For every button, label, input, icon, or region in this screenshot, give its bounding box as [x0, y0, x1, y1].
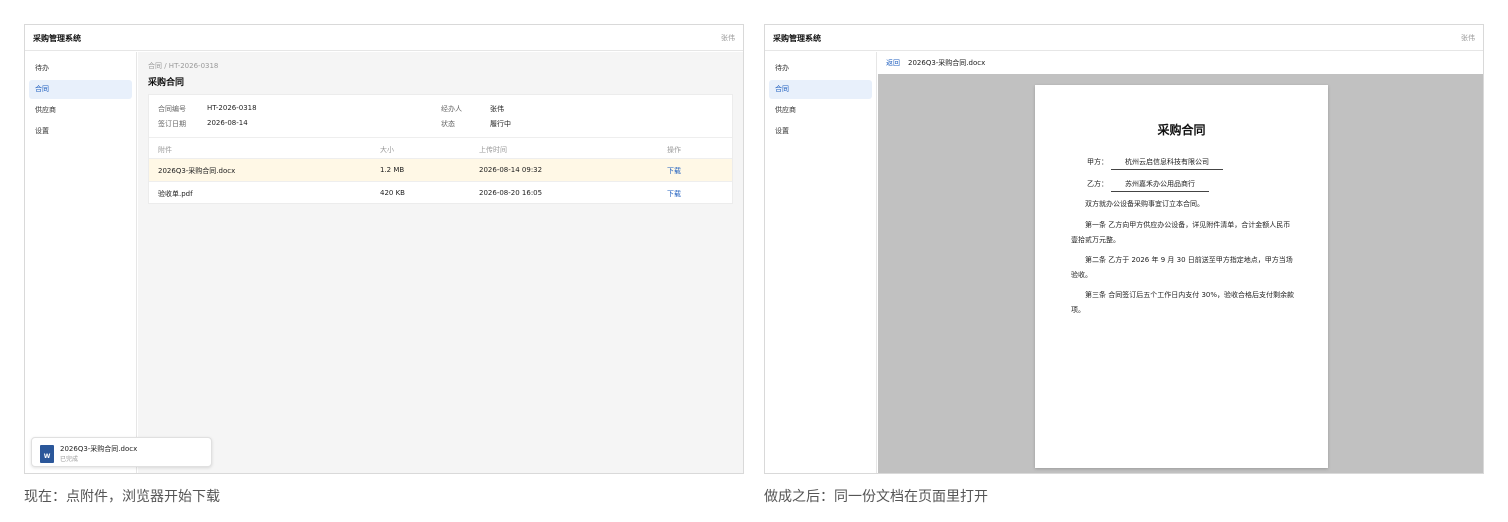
user-name[interactable]: 张伟	[721, 33, 735, 43]
back-link[interactable]: 返回	[886, 58, 900, 68]
caption-after: 做成之后：同一份文档在页面里打开	[764, 489, 988, 505]
sidebar: 待办 合同 供应商 设置	[25, 52, 137, 473]
word-file-icon: W	[40, 445, 54, 463]
app-title: 采购管理系统	[33, 34, 81, 43]
attachment-name-link[interactable]: 验收单.pdf	[158, 189, 193, 199]
sidebar: 待办 合同 供应商 设置	[765, 52, 877, 473]
download-link[interactable]: 下载	[667, 189, 681, 199]
top-bar: 采购管理系统 张伟	[25, 25, 743, 51]
sign-date-label: 签订日期	[158, 120, 186, 128]
document-paragraph: 第三条 合同签订后五个工作日内支付 30%，验收合格后支付剩余款项。	[1071, 291, 1295, 314]
sidebar-item-todo[interactable]: 待办	[29, 59, 132, 78]
app-title: 采购管理系统	[773, 34, 821, 43]
party-a-label: 甲方：	[1087, 158, 1108, 166]
viewer-toolbar: 返回 2026Q3-采购合同.docx	[878, 52, 1483, 74]
toast-status: 已完成	[60, 456, 79, 463]
sidebar-item-contracts[interactable]: 合同	[29, 80, 132, 99]
divider	[149, 137, 732, 138]
breadcrumb[interactable]: 合同 / HT-2026-0318	[148, 61, 218, 71]
column-header-action: 操作	[667, 146, 681, 154]
sign-date-value: 2026-08-14	[207, 119, 248, 127]
sidebar-item-contracts[interactable]: 合同	[769, 80, 872, 99]
user-name[interactable]: 张伟	[1461, 33, 1475, 43]
sidebar-item-suppliers[interactable]: 供应商	[29, 101, 132, 120]
status-label: 状态	[441, 120, 455, 128]
contract-card: 合同编号 HT-2026-0318 签订日期 2026-08-14 经办人 张伟…	[148, 94, 733, 204]
toast-file-name: 2026Q3-采购合同.docx	[60, 445, 138, 453]
document-paragraph: 第二条 乙方于 2026 年 9 月 30 日前送至甲方指定地点，甲方当场验收。	[1071, 256, 1293, 279]
status-value: 履行中	[490, 120, 511, 128]
download-toast[interactable]: W 2026Q3-采购合同.docx 已完成	[31, 437, 212, 467]
main-content: 合同 / HT-2026-0318 采购合同 合同编号 HT-2026-0318…	[138, 52, 743, 473]
contract-no-label: 合同编号	[158, 105, 186, 113]
table-row[interactable]: 2026Q3-采购合同.docx 1.2 MB 2026-08-14 09:32…	[149, 159, 732, 181]
top-bar: 采购管理系统 张伟	[765, 25, 1483, 51]
attachment-uploaded-time: 2026-08-14 09:32	[479, 166, 543, 174]
sidebar-item-settings[interactable]: 设置	[769, 122, 872, 141]
column-header-attachment: 附件	[158, 146, 172, 154]
document-paragraph: 第一条 乙方向甲方供应办公设备，详见附件清单，合计金额人民币壹拾贰万元整。	[1071, 221, 1291, 244]
attachment-name-link[interactable]: 2026Q3-采购合同.docx	[158, 166, 235, 176]
document-viewer[interactable]: 采购合同 甲方： 杭州云启信息科技有限公司 乙方： 苏州嘉禾办公用品商行 双方就…	[878, 74, 1483, 473]
download-link[interactable]: 下载	[667, 166, 681, 176]
document-title: 采购合同	[1157, 123, 1206, 137]
contract-no-value: HT-2026-0318	[207, 104, 257, 112]
handler-label: 经办人	[441, 105, 462, 113]
document-name: 2026Q3-采购合同.docx	[908, 59, 986, 67]
column-header-uploaded: 上传时间	[479, 146, 507, 154]
party-a-value: 杭州云启信息科技有限公司	[1111, 157, 1223, 170]
column-header-size: 大小	[380, 146, 394, 154]
page-title: 采购合同	[148, 78, 185, 88]
handler-value: 张伟	[490, 105, 504, 113]
document-page: 采购合同 甲方： 杭州云启信息科技有限公司 乙方： 苏州嘉禾办公用品商行 双方就…	[1035, 85, 1328, 468]
after-screenshot-panel: 采购管理系统 张伟 待办 合同 供应商 设置 返回 2026Q3-采购合同.do…	[764, 24, 1484, 474]
party-b-label: 乙方：	[1087, 180, 1108, 188]
party-b-value: 苏州嘉禾办公用品商行	[1111, 179, 1209, 192]
sidebar-item-todo[interactable]: 待办	[769, 59, 872, 78]
before-screenshot-panel: 采购管理系统 张伟 待办 合同 供应商 设置 合同 / HT-2026-0318…	[24, 24, 744, 474]
sidebar-item-settings[interactable]: 设置	[29, 122, 132, 141]
caption-before: 现在：点附件，浏览器开始下载	[24, 489, 220, 505]
attachment-uploaded-time: 2026-08-20 16:05	[479, 189, 543, 197]
attachment-size: 420 KB	[380, 189, 405, 197]
sidebar-item-suppliers[interactable]: 供应商	[769, 101, 872, 120]
document-paragraph: 双方就办公设备采购事宜订立本合同。	[1085, 200, 1204, 208]
attachment-size: 1.2 MB	[380, 166, 405, 174]
table-row[interactable]: 验收单.pdf 420 KB 2026-08-20 16:05 下载	[149, 182, 732, 204]
